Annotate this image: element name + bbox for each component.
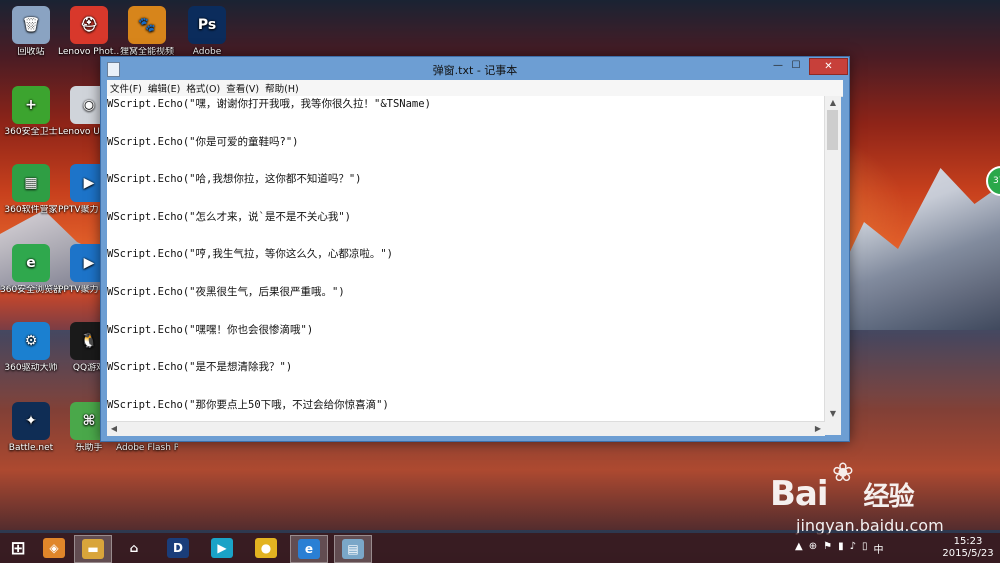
menu-format[interactable]: 格式(O): [183, 81, 223, 95]
tray-expand-icon[interactable]: ▲: [795, 541, 803, 556]
baidu-watermark: ❀ Bai 经验 jingyan.baidu.com: [770, 458, 990, 535]
editor-content[interactable]: WScript.Echo("嘿，谢谢你打开我哦，我等你很久拉！"&TSName)…: [107, 98, 825, 421]
file-explorer-icon: ▬: [82, 539, 104, 559]
menu-view[interactable]: 查看(V): [223, 81, 262, 95]
desktop-shortcut[interactable]: 🐾 狸窝全能视频: [116, 6, 178, 58]
player-icon: ▶: [211, 538, 233, 558]
menu-file[interactable]: 文件(F): [107, 81, 145, 95]
text-line: WScript.Echo("嘿，谢谢你打开我哦，我等你很久拉！"&TSName): [107, 98, 431, 110]
close-button[interactable]: ✕: [809, 58, 848, 75]
desktop-shortcut-label: 360驱动大师: [4, 363, 58, 373]
desktop-shortcut-label: 360安全卫士: [4, 127, 58, 137]
text-line: WScript.Echo("夜黑很生气，后果很严重哦。"): [107, 285, 345, 298]
lenovo-photo-icon: ⛑: [70, 6, 108, 44]
horizontal-scrollbar[interactable]: ◀ ▶: [107, 421, 825, 436]
clock[interactable]: 15:23 2015/5/23: [938, 536, 998, 560]
scrollbar-corner: [825, 421, 841, 435]
text-line: WScript.Echo("怎么才来，说`是不是不关心我"): [107, 210, 351, 223]
title-bar[interactable]: 弹窗.txt - 记事本 — ☐ ✕: [101, 57, 849, 80]
brand-text: Bai: [770, 474, 829, 514]
taskbar-item[interactable]: ●: [248, 535, 284, 561]
360-security-icon: +: [12, 86, 50, 124]
action-center-icon[interactable]: ⚑: [823, 541, 832, 556]
home-icon: ⌂: [129, 541, 139, 555]
360-driver-icon: ⚙: [12, 322, 50, 360]
photoshop-icon: Ps: [188, 6, 226, 44]
taskbar: ⊞ ◈ ▬ ⌂ D ▶ ● e ▤ ▲ ⊕ ⚑ ▮ ♪ ▯ 中 15:23 2015/5/23: [0, 533, 1000, 563]
taskbar-item[interactable]: ▤: [334, 535, 372, 563]
360-browser-icon: e: [12, 244, 50, 282]
clock-time: 15:23: [953, 536, 983, 547]
taskbar-item[interactable]: ◈: [36, 535, 72, 561]
desktop-shortcut-label: 乐助手: [75, 443, 103, 453]
taskbar-item[interactable]: D: [160, 535, 196, 561]
windows-logo-icon: ⊞: [10, 537, 26, 559]
desktop-shortcut-label: Adobe Flash Profession...: [116, 443, 178, 453]
internet-explorer-icon: e: [298, 539, 320, 559]
text-line: WScript.Echo("那你要点上50下哦，不过会给你惊喜滴"): [107, 398, 389, 411]
desktop-shortcut[interactable]: ⛑ Lenovo Phot...: [58, 6, 120, 58]
vertical-scrollbar[interactable]: ▲ ▼: [824, 96, 841, 421]
clock-date: 2015/5/23: [942, 548, 994, 559]
360-software-icon: ▦: [12, 164, 50, 202]
desktop-shortcut[interactable]: ⚙ 360驱动大师: [0, 322, 62, 374]
text-line: WScript.Echo("你是可爱的童鞋吗?"): [107, 135, 299, 148]
input-method-icon[interactable]: 中: [873, 541, 883, 556]
taskbar-item[interactable]: ▶: [204, 535, 240, 561]
wallpaper-mountain-right: [830, 168, 1000, 330]
dolby-icon: D: [167, 538, 189, 558]
floating-badge[interactable]: 37: [986, 166, 1000, 196]
desktop-shortcut[interactable]: Ps Adobe: [176, 6, 238, 58]
battle-net-icon: ✦: [12, 402, 50, 440]
scroll-up-icon[interactable]: ▲: [825, 96, 841, 110]
menu-help[interactable]: 帮助(H): [262, 81, 302, 95]
desktop-shortcut[interactable]: +360安全卫士: [0, 86, 62, 138]
desktop-shortcut-label: 360软件管家: [4, 205, 58, 215]
scroll-left-icon[interactable]: ◀: [107, 422, 121, 436]
notepad-window[interactable]: 弹窗.txt - 记事本 — ☐ ✕ 文件(F) 编辑(E) 格式(O) 查看(…: [100, 56, 850, 442]
tray-360-icon[interactable]: ⊕: [809, 541, 817, 556]
text-line: WScript.Echo("是不是想清除我？"): [107, 361, 293, 374]
menu-edit[interactable]: 编辑(E): [145, 81, 183, 95]
desktop-shortcut[interactable]: ✦ Battle.net: [0, 402, 62, 454]
desktop-shortcut-label: 回收站: [17, 47, 45, 57]
text-line: WScript.Echo("哼,我生气拉，等你这么久，心都凉啦。"): [107, 248, 393, 261]
text-line: WScript.Echo("嘿嘿！你也会很惨滴哦"): [107, 323, 314, 336]
desktop-shortcut[interactable]: e 360安全浏览器7: [0, 244, 62, 296]
text-editor[interactable]: WScript.Echo("嘿，谢谢你打开我哦，我等你很久拉！"&TSName)…: [107, 96, 841, 421]
taskbar-item[interactable]: ⌂: [116, 535, 152, 561]
taskbar-item[interactable]: ▬: [74, 535, 112, 563]
browser-360-icon: ●: [255, 538, 277, 558]
desktop-shortcut[interactable]: ▦ 360软件管家: [0, 164, 62, 216]
maximize-button[interactable]: ☐: [783, 58, 809, 74]
notepad-task-icon: ▤: [342, 539, 364, 559]
window-title: 弹窗.txt - 记事本: [432, 64, 518, 77]
start-button[interactable]: ⊞: [0, 535, 36, 561]
volume-icon[interactable]: ♪: [850, 541, 856, 556]
brand-suffix: 经验: [863, 482, 915, 512]
scroll-down-icon[interactable]: ▼: [825, 407, 841, 421]
desktop-shortcut-label: Battle.net: [8, 443, 54, 453]
network-icon[interactable]: ▮: [838, 541, 844, 556]
video-converter-icon: 🐾: [128, 6, 166, 44]
scroll-thumb[interactable]: [827, 110, 838, 150]
desktop-shortcut[interactable]: 🗑 回收站: [0, 6, 62, 58]
menu-bar: 文件(F) 编辑(E) 格式(O) 查看(V) 帮助(H): [107, 80, 843, 97]
control-icon: ◈: [43, 538, 65, 558]
system-tray: ▲ ⊕ ⚑ ▮ ♪ ▯ 中: [795, 541, 883, 556]
recycle-bin-icon: 🗑: [12, 6, 50, 44]
scroll-right-icon[interactable]: ▶: [811, 422, 825, 436]
text-line: WScript.Echo("哈,我想你拉，这你都不知道吗？"): [107, 173, 362, 186]
battery-icon[interactable]: ▯: [862, 541, 868, 556]
desktop-shortcut-label: 360安全浏览器7: [0, 285, 62, 295]
taskbar-item[interactable]: e: [290, 535, 328, 563]
watermark-brand: Bai 经验: [770, 474, 915, 514]
